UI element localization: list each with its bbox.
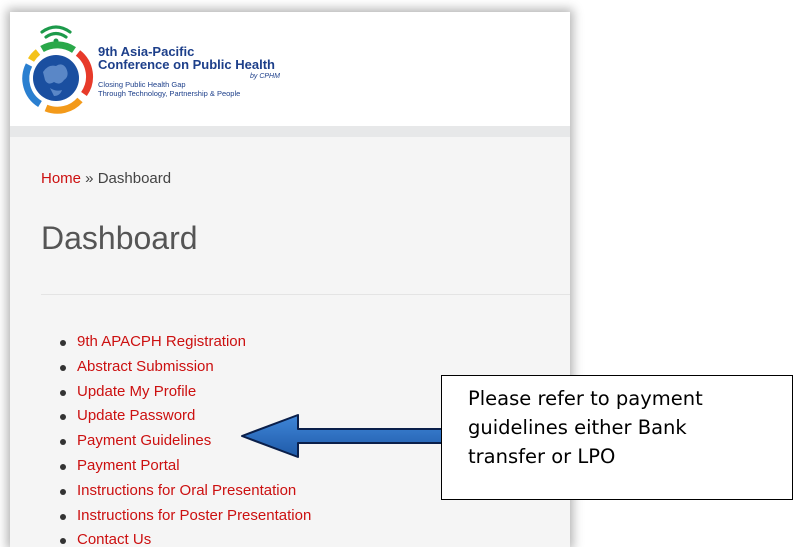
globe-logo-icon[interactable] <box>18 20 94 116</box>
logo-by-text: by CPHM <box>250 73 280 80</box>
menu-link-update-profile[interactable]: Update My Profile <box>77 383 196 400</box>
menu-link-payment-portal[interactable]: Payment Portal <box>77 457 180 474</box>
breadcrumb-separator: » <box>81 170 98 187</box>
bullet-icon <box>60 488 66 495</box>
menu-link-payment-guidelines[interactable]: Payment Guidelines <box>77 432 211 449</box>
menu-item-oral-presentation: Instructions for Oral Presentation <box>59 479 311 504</box>
bullet-icon <box>60 389 66 396</box>
left-arrow-icon <box>241 414 451 458</box>
menu-item-update-profile: Update My Profile <box>59 380 311 405</box>
page-title: Dashboard <box>41 220 198 256</box>
menu-item-registration: 9th APACPH Registration <box>59 330 311 355</box>
logo-tagline: Closing Public Health Gap Through Techno… <box>98 80 241 98</box>
menu-item-abstract-submission: Abstract Submission <box>59 355 311 380</box>
logo-tagline-line2: Through Technology, Partnership & People <box>98 88 241 98</box>
bullet-icon <box>60 340 66 346</box>
wifi-signal-icon <box>40 25 72 39</box>
menu-item-contact-us: Contact Us <box>59 528 311 547</box>
bullet-icon <box>60 439 66 446</box>
menu-link-oral-presentation[interactable]: Instructions for Oral Presentation <box>77 482 296 499</box>
menu-item-poster-presentation: Instructions for Poster Presentation <box>59 504 311 529</box>
annotation-callout-box: Please refer to payment guidelines eithe… <box>441 375 793 500</box>
breadcrumb: Home » Dashboard <box>41 170 171 187</box>
bullet-icon <box>60 463 66 470</box>
menu-link-poster-presentation[interactable]: Instructions for Poster Presentation <box>77 507 311 524</box>
menu-link-contact-us[interactable]: Contact Us <box>77 531 151 547</box>
site-header: 9th Asia-Pacific Conference on Public He… <box>10 12 570 126</box>
logo-title-line2: Conference on Public Health <box>98 57 275 72</box>
breadcrumb-home-link[interactable]: Home <box>41 170 81 187</box>
bullet-icon <box>60 414 66 421</box>
bullet-icon <box>60 538 66 545</box>
header-divider-bar <box>10 126 570 137</box>
callout-line2: guidelines either Bank <box>468 416 687 439</box>
breadcrumb-current: Dashboard <box>97 170 172 187</box>
callout-line3: transfer or LPO <box>468 445 616 468</box>
menu-link-registration[interactable]: 9th APACPH Registration <box>77 333 246 350</box>
menu-link-update-password[interactable]: Update Password <box>77 407 195 424</box>
content-divider <box>41 294 570 295</box>
bullet-icon <box>60 364 66 371</box>
bullet-icon <box>60 513 66 520</box>
menu-link-abstract-submission[interactable]: Abstract Submission <box>77 358 214 375</box>
callout-line1: Please refer to payment <box>468 387 703 410</box>
